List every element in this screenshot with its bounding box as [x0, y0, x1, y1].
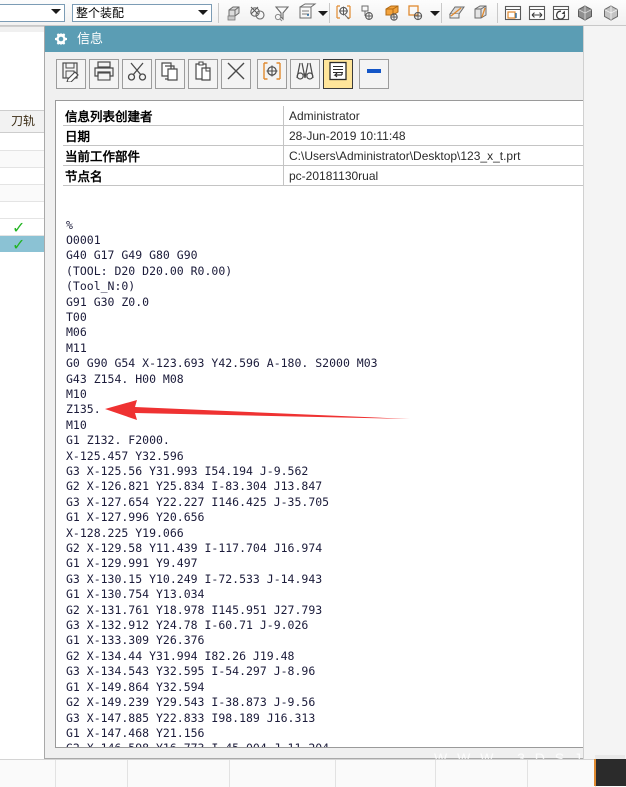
filter-icon[interactable]: [272, 3, 292, 23]
gcode-text-content[interactable]: % O0001 G40 G17 G49 G80 G90 (TOOL: D20 D…: [66, 218, 606, 748]
status-cell[interactable]: [56, 760, 128, 787]
find-button[interactable]: [290, 59, 320, 89]
status-bar: [0, 759, 626, 787]
extrude-icon[interactable]: [224, 3, 244, 23]
dialog-title-text: 信息: [77, 31, 104, 46]
toolpath-ok-check-icon: ✓: [12, 235, 26, 254]
information-document-area[interactable]: 信息列表创建者 Administrator 日期 28-Jun-2019 10:…: [55, 100, 617, 748]
toolbar-separator-1: [218, 3, 219, 23]
list-item[interactable]: [0, 168, 47, 185]
dialog-title-bar[interactable]: 信息: [45, 26, 626, 52]
datum-axis-icon[interactable]: [358, 3, 378, 23]
wcs-list-icon[interactable]: [297, 3, 317, 23]
list-item[interactable]: [0, 202, 47, 219]
list-item-selected[interactable]: ✓: [0, 236, 47, 253]
delete-button[interactable]: [221, 59, 251, 89]
fit-window-icon[interactable]: [503, 3, 523, 23]
status-cell[interactable]: [528, 760, 596, 787]
toolpath-ok-check-icon: ✓: [12, 218, 26, 237]
table-row: 当前工作部件 C:\Users\Administrator\Desktop\12…: [63, 145, 611, 166]
list-item[interactable]: [0, 134, 47, 151]
minimize-button[interactable]: [359, 59, 389, 89]
table-row: 节点名 pc-20181130rual: [63, 165, 611, 186]
shaded-edges-icon[interactable]: [601, 3, 621, 23]
block-icon[interactable]: [382, 3, 402, 23]
info-value: pc-20181130rual: [283, 165, 611, 186]
toolbar-separator-4: [497, 3, 498, 23]
assembly-scope-value: 整个装配: [76, 6, 125, 20]
unite-icon[interactable]: [248, 3, 268, 23]
status-cell[interactable]: [336, 760, 436, 787]
list-item[interactable]: [0, 185, 47, 202]
info-value: Administrator: [283, 106, 611, 126]
status-cell[interactable]: [0, 760, 56, 787]
assembly-scope-combo[interactable]: 整个装配: [72, 4, 212, 22]
operation-navigator-panel: 刀轨 ✓ ✓: [0, 26, 48, 772]
dialog-right-gutter: [583, 26, 626, 759]
info-key: 日期: [63, 125, 284, 146]
info-key: 信息列表创建者: [63, 106, 284, 126]
table-row: 信息列表创建者 Administrator: [63, 106, 611, 126]
paste-button[interactable]: [188, 59, 218, 89]
table-row: 日期 28-Jun-2019 10:11:48: [63, 125, 611, 146]
print-button[interactable]: [89, 59, 119, 89]
panel-lower-blank: [0, 252, 48, 772]
panel-upper-blank: [0, 32, 48, 90]
draft-icon[interactable]: [471, 3, 491, 23]
datum-csys-caret-icon[interactable]: [430, 11, 440, 16]
list-item[interactable]: ✓: [0, 219, 47, 236]
shaded-view-icon[interactable]: [575, 3, 595, 23]
status-cell[interactable]: [436, 760, 528, 787]
save-as-button[interactable]: [56, 59, 86, 89]
gear-icon: [53, 31, 69, 47]
list-item[interactable]: [0, 151, 47, 168]
word-wrap-button[interactable]: [323, 59, 353, 89]
fit-width-icon[interactable]: [527, 3, 547, 23]
select-target-button[interactable]: [257, 59, 287, 89]
toolbar-separator-2: [329, 3, 330, 23]
information-header-table: 信息列表创建者 Administrator 日期 28-Jun-2019 10:…: [63, 106, 611, 186]
type-filter-caret-icon[interactable]: [51, 9, 61, 14]
datum-point-icon[interactable]: [334, 3, 354, 23]
info-table-body: 信息列表创建者 Administrator 日期 28-Jun-2019 10:…: [63, 106, 611, 186]
datum-csys-icon[interactable]: [406, 3, 426, 23]
cut-button[interactable]: [122, 59, 152, 89]
application-toolbar: 整个装配: [0, 0, 626, 26]
assembly-scope-caret-icon[interactable]: [198, 10, 208, 15]
info-key: 节点名: [63, 165, 284, 186]
shell-icon[interactable]: [447, 3, 467, 23]
wcs-dropdown-caret-icon[interactable]: [318, 11, 328, 16]
information-dialog: 信息 信息列表创建者 Administrator 日期 28-Jun-2019 …: [44, 26, 626, 759]
dialog-toolbar: [45, 52, 626, 96]
info-value: 28-Jun-2019 10:11:48: [283, 125, 611, 146]
rotate-view-icon[interactable]: [551, 3, 571, 23]
column-header-toolpath[interactable]: 刀轨: [0, 110, 47, 133]
status-cell[interactable]: [128, 760, 230, 787]
toolbar-separator-3: [441, 3, 442, 23]
status-cell[interactable]: [230, 760, 336, 787]
info-value: C:\Users\Administrator\Desktop\123_x_t.p…: [283, 145, 611, 166]
copy-button[interactable]: [155, 59, 185, 89]
status-bar-end-block: [594, 759, 626, 786]
info-key: 当前工作部件: [63, 145, 284, 166]
